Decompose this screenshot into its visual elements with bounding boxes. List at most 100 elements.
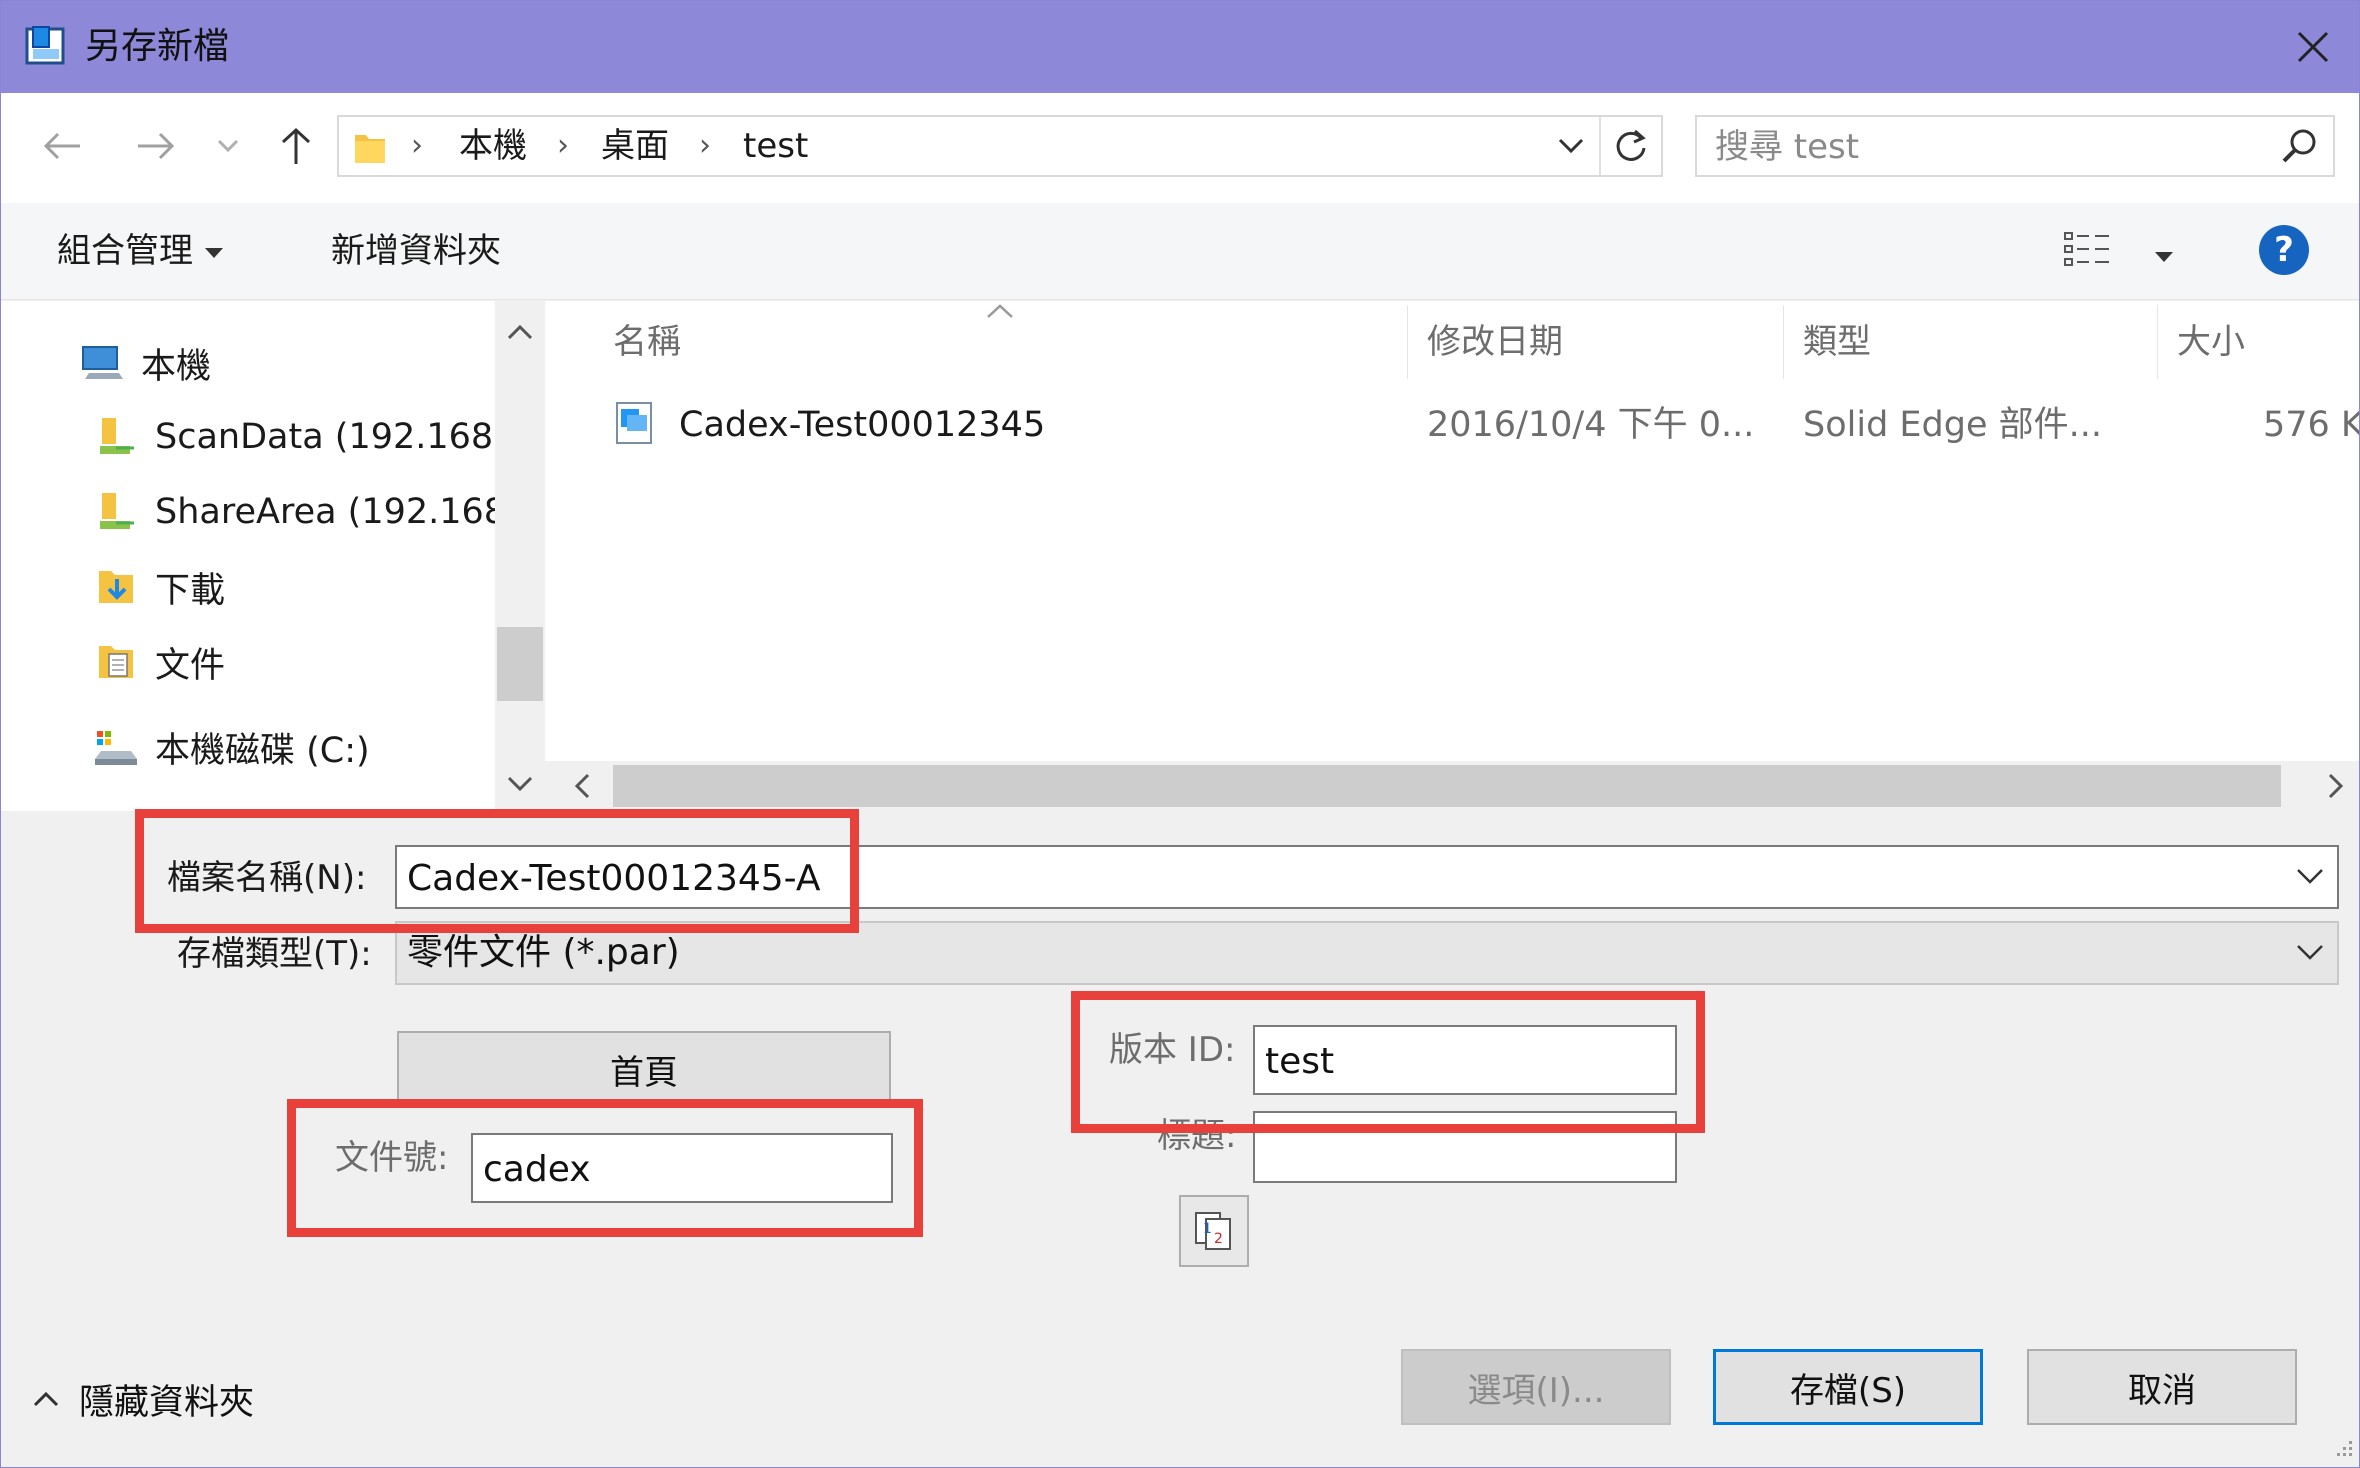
file-type: Solid Edge 部件...: [1803, 405, 2103, 445]
close-button[interactable]: [2265, 1, 2359, 93]
download-folder-icon: [93, 564, 139, 610]
computer-icon: [79, 340, 125, 386]
caret-down-icon: [2155, 251, 2173, 262]
view-dropdown-button[interactable]: [2143, 229, 2173, 281]
navigation-pane-scrollbar[interactable]: [495, 301, 545, 811]
view-options-button[interactable]: [2063, 229, 2113, 284]
chevron-right-icon: [2328, 773, 2344, 799]
nav-item-label: 本機磁碟 (C:): [155, 730, 370, 771]
breadcrumb-separator: ›: [557, 128, 569, 163]
chevron-up-icon: [507, 324, 533, 340]
scroll-down-button[interactable]: [495, 759, 545, 809]
list-view-icon: [2064, 232, 2109, 266]
column-header-type[interactable]: 類型: [1803, 311, 1871, 373]
chevron-down-icon: [1558, 138, 1584, 154]
filetype-value: 零件文件 (*.par): [407, 932, 680, 973]
doc-number-input[interactable]: [481, 1141, 870, 1197]
command-toolbar: 組合管理 新增資料夾 ?: [1, 203, 2359, 300]
chevron-down-icon: [507, 776, 533, 792]
new-folder-button[interactable]: 新增資料夾: [331, 225, 501, 277]
title-input[interactable]: [1263, 1119, 1654, 1175]
scroll-right-button[interactable]: [2311, 761, 2359, 811]
version-id-field: [1253, 1025, 1677, 1095]
nav-item-this-pc[interactable]: 本機: [79, 333, 211, 393]
filename-input[interactable]: [405, 851, 2209, 905]
back-button[interactable]: [39, 123, 85, 169]
filename-label: 檔案名稱(N):: [167, 858, 367, 898]
search-icon[interactable]: [2281, 127, 2319, 165]
organize-label: 組合管理: [57, 231, 193, 271]
auto-number-button[interactable]: 1 2: [1179, 1195, 1249, 1267]
network-drive-icon: [93, 414, 139, 460]
nav-item-scandata[interactable]: ScanData (192.168.: [93, 407, 504, 467]
scroll-left-button[interactable]: [557, 761, 607, 811]
sort-ascending-icon: [987, 304, 1013, 318]
column-header-date[interactable]: 修改日期: [1427, 311, 1563, 373]
refresh-button[interactable]: [1599, 117, 1661, 175]
save-button[interactable]: 存檔(S): [1713, 1349, 1983, 1425]
scroll-thumb[interactable]: [497, 627, 543, 701]
recent-locations-button[interactable]: [209, 123, 247, 169]
hide-folders-toggle[interactable]: 隱藏資料夾: [33, 1371, 254, 1427]
column-header-name[interactable]: 名稱: [613, 311, 681, 373]
home-button[interactable]: 首頁: [397, 1031, 891, 1107]
nav-item-documents[interactable]: 文件: [93, 632, 225, 692]
doc-number-label: 文件號:: [335, 1138, 449, 1178]
arrow-up-icon: [281, 127, 311, 164]
nav-item-downloads[interactable]: 下載: [93, 557, 225, 617]
title-label: 標題:: [1157, 1116, 1237, 1156]
chevron-down-icon: [217, 139, 239, 153]
nav-item-label: 下載: [155, 570, 226, 611]
address-dropdown-button[interactable]: [1549, 117, 1593, 175]
organize-menu-button[interactable]: 組合管理: [57, 225, 223, 277]
chevron-up-icon: [33, 1391, 59, 1407]
filename-combobox: [395, 845, 2339, 909]
save-label: 存檔(S): [1789, 1370, 1907, 1411]
svg-text:2: 2: [1214, 1231, 1223, 1247]
file-row[interactable]: Cadex-Test00012345 2016/10/4 下午 0... Sol…: [545, 393, 2359, 457]
window-title: 另存新檔: [85, 26, 230, 67]
caret-down-icon: [205, 247, 223, 258]
new-folder-label: 新增資料夾: [331, 231, 501, 271]
up-button[interactable]: [273, 123, 319, 169]
cancel-label: 取消: [2128, 1370, 2196, 1411]
scroll-thumb[interactable]: [613, 765, 2281, 807]
breadcrumb-separator: ›: [411, 128, 423, 163]
arrow-right-icon: [138, 132, 175, 160]
column-divider[interactable]: [2157, 305, 2158, 379]
column-header-size[interactable]: 大小: [2177, 311, 2245, 373]
resize-grip-icon[interactable]: [2329, 1437, 2355, 1463]
save-as-dialog: 另存新檔 › 本機 › 桌面 › test 搜尋 test 組合管理 新增資料夾…: [0, 0, 2360, 1468]
chevron-down-icon: [2297, 945, 2323, 960]
breadcrumb-desktop[interactable]: 桌面: [601, 117, 669, 175]
nav-item-label: 文件: [155, 645, 226, 686]
search-box: [1695, 115, 2335, 177]
column-divider[interactable]: [1407, 305, 1408, 379]
help-button[interactable]: ?: [2257, 223, 2311, 292]
breadcrumb-this-pc[interactable]: 本機: [459, 117, 527, 175]
search-input[interactable]: [1713, 123, 2237, 171]
forward-button[interactable]: [133, 123, 179, 169]
numbering-icon: 1 2: [1195, 1212, 1231, 1250]
documents-folder-icon: [93, 639, 139, 685]
svg-text:?: ?: [2274, 230, 2294, 270]
scroll-up-button[interactable]: [495, 307, 545, 357]
network-drive-icon: [93, 489, 139, 535]
address-bar[interactable]: › 本機 › 桌面 › test: [337, 115, 1663, 177]
cancel-button[interactable]: 取消: [2027, 1349, 2297, 1425]
column-divider[interactable]: [1783, 305, 1784, 379]
filetype-select[interactable]: 零件文件 (*.par): [395, 921, 2339, 985]
title-bar: 另存新檔: [1, 1, 2359, 93]
file-list-horizontal-scrollbar[interactable]: [557, 761, 2359, 811]
chevron-down-icon[interactable]: [2295, 861, 2325, 891]
breadcrumb-test[interactable]: test: [743, 117, 808, 175]
filetype-label: 存檔類型(T):: [177, 934, 372, 974]
version-id-input[interactable]: [1263, 1033, 1654, 1089]
nav-item-sharearea[interactable]: ShareArea (192.168.: [93, 482, 517, 542]
title-field: [1253, 1111, 1677, 1183]
nav-item-local-disk-c[interactable]: 本機磁碟 (C:): [93, 717, 370, 777]
nav-item-label: 本機: [141, 346, 212, 387]
address-row: › 本機 › 桌面 › test: [1, 93, 2359, 203]
options-button[interactable]: 選項(I)...: [1401, 1349, 1671, 1425]
arrow-left-icon: [43, 132, 80, 160]
